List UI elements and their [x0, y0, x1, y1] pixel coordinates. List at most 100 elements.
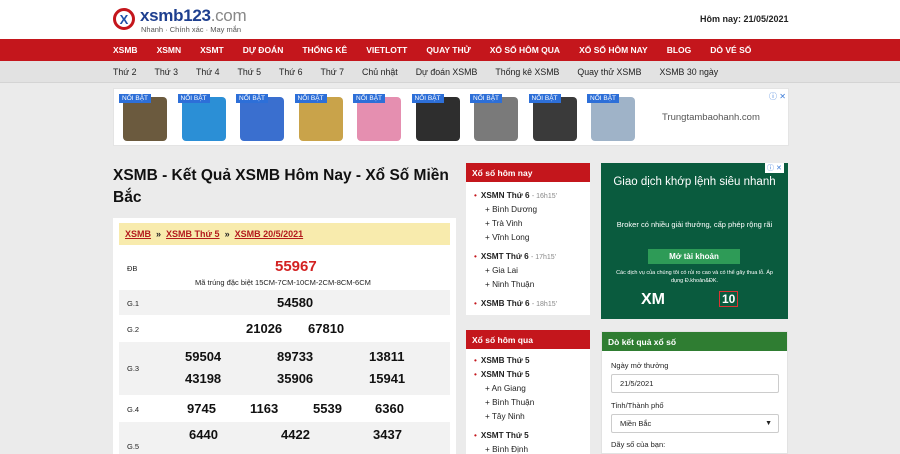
nav-xo-so-hom-nay[interactable]: XỔ SỐ HÔM NAY [579, 45, 648, 55]
phone-gold-icon [298, 97, 343, 141]
logo-suffix: .com [210, 6, 247, 25]
monitor-icon [591, 97, 635, 141]
today-province[interactable]: + Bình Dương [485, 205, 537, 214]
yesterday-group[interactable]: • XSMB Thứ 5 [474, 356, 530, 365]
breadcrumb-date[interactable]: XSMB 20/5/2021 [235, 229, 304, 239]
xm-anniversary-badge: 10 [719, 291, 739, 307]
page-title: XSMB - Kết Quả XSMB Hôm Nay - Xổ Số Miền… [113, 167, 449, 206]
special-prize-code: Mã trúng đặc biệt 15CM-7CM-10CM-2CM-8CM-… [195, 278, 371, 287]
today-province[interactable]: + Gia Lai [485, 266, 518, 275]
nav-xsmt[interactable]: XSMT [200, 45, 224, 55]
breadcrumb-xsmb-thu-5[interactable]: XSMB Thứ 5 [166, 229, 220, 239]
ad-product-tile[interactable]: NỔI BẬT [468, 93, 522, 143]
subnav-thu-5[interactable]: Thứ 5 [238, 67, 262, 77]
subnav-thu-4[interactable]: Thứ 4 [196, 67, 220, 77]
xm-subheadline: Broker có nhiều giải thưởng, cấp phép rộ… [616, 220, 773, 229]
yesterday-province[interactable]: + Bình Định [485, 445, 528, 454]
prize-number: 67810 [308, 321, 345, 336]
prize-label: G.2 [127, 325, 140, 334]
ad-product-tile[interactable]: NỔI BẬT [351, 93, 405, 143]
prize-number: 6440 [189, 427, 218, 442]
sub-nav: Thứ 2 Thứ 3 Thứ 4 Thứ 5 Thứ 6 Thứ 7 Chủ … [0, 61, 900, 83]
today-province[interactable]: + Trà Vinh [485, 219, 522, 228]
ad-product-tile[interactable]: NỔI BẬT [527, 93, 581, 143]
ad-info-close-icon[interactable]: ⓘ ✕ [765, 163, 784, 173]
smartwatch-icon [532, 97, 577, 141]
prize-number: 54580 [277, 295, 314, 310]
ad-product-tile[interactable]: NỔI BẬT [410, 93, 464, 143]
subnav-thong-ke-xsmb[interactable]: Thống kê XSMB [495, 67, 559, 77]
phone-galaxy-icon [240, 97, 284, 141]
xm-broker-ad[interactable]: ⓘ ✕ Giao dịch khớp lệnh siêu nhanh Broke… [601, 163, 788, 319]
nav-thong-ke[interactable]: THỐNG KÊ [302, 45, 347, 55]
today-province[interactable]: + Vĩnh Long [485, 233, 529, 242]
subnav-du-doan-xsmb[interactable]: Dự đoán XSMB [416, 67, 478, 77]
yesterday-province[interactable]: + Bình Thuận [485, 398, 534, 407]
subnav-chu-nhat[interactable]: Chủ nhật [362, 67, 398, 77]
prize-number: 3437 [373, 427, 402, 442]
featured-tag: NỔI BẬT [411, 94, 444, 103]
nav-xsmb[interactable]: XSMB [113, 45, 138, 55]
breadcrumb-separator: » [156, 229, 162, 239]
date-input[interactable]: 21/5/2021 [611, 374, 779, 393]
prize-number: 59504 [185, 349, 222, 364]
product-ad-banner[interactable]: NỔI BẬT NỔI BẬT NỔI BẬT NỔI BẬT NỔI BẬT NỔI B… [113, 88, 789, 146]
subnav-thu-7[interactable]: Thứ 7 [321, 67, 345, 77]
subnav-thu-6[interactable]: Thứ 6 [279, 67, 303, 77]
nav-blog[interactable]: BLOG [667, 45, 692, 55]
phone-black-icon [415, 97, 460, 141]
open-account-button[interactable]: Mở tài khoản [648, 249, 740, 264]
special-prize-number: 55967 [275, 258, 317, 275]
logo-icon[interactable]: X [113, 8, 135, 30]
today-group[interactable]: • XSMB Thứ 6 - 18h15' [474, 299, 557, 308]
prize-label: G.3 [127, 364, 140, 373]
ad-product-tile[interactable]: NỔI BẬT [234, 93, 288, 143]
subnav-thu-2[interactable]: Thứ 2 [113, 67, 137, 77]
nav-do-ve-so[interactable]: DÒ VÉ SỐ [710, 45, 751, 55]
subnav-thu-3[interactable]: Thứ 3 [155, 67, 179, 77]
subnav-quay-thu-xsmb[interactable]: Quay thử XSMB [577, 67, 641, 77]
nav-xsmn[interactable]: XSMN [157, 45, 182, 55]
today-group[interactable]: • XSMT Thứ 6 - 17h15' [474, 252, 556, 261]
featured-tag: NỔI BẬT [587, 94, 620, 103]
nav-xo-so-hom-qua[interactable]: XỔ SỐ HÔM QUA [490, 45, 560, 55]
prize-row-g4: G.4 9745 1163 5539 6360 [119, 395, 450, 421]
date-label: Ngày mở thưởng [611, 361, 669, 370]
ad-product-tile[interactable]: NỔI BẬT [585, 93, 639, 143]
prize-row-g2: G.2 21026 67810 [119, 315, 450, 341]
yesterday-province[interactable]: + An Giang [485, 384, 526, 393]
site-logo[interactable]: xsmb123.com [140, 6, 247, 26]
nav-vietlott[interactable]: VIETLOTT [366, 45, 407, 55]
prize-row-g1: G.1 54580 [119, 289, 450, 315]
subnav-xsmb-30-ngay[interactable]: XSMB 30 ngày [659, 67, 718, 77]
ad-info-close-icon[interactable]: ⓘ ✕ [769, 91, 786, 102]
breadcrumb-xsmb[interactable]: XSMB [125, 229, 151, 239]
nav-quay-thu[interactable]: QUAY THỬ [426, 45, 470, 55]
today-province[interactable]: + Ninh Thuận [485, 280, 534, 289]
nav-du-doan[interactable]: DỰ ĐOÁN [243, 45, 284, 55]
yesterday-province[interactable]: + Tây Ninh [485, 412, 525, 421]
gamepad-pink-icon [357, 97, 401, 141]
prize-number: 89733 [277, 349, 314, 364]
ad-product-tile[interactable]: NỔI BẬT [176, 93, 230, 143]
featured-tag: NỔI BẬT [470, 94, 503, 103]
ad-product-tile[interactable]: NỔI BẬT [117, 93, 171, 143]
yesterday-group[interactable]: • XSMT Thứ 5 [474, 431, 529, 440]
yesterday-box-title: Xổ số hôm qua [466, 330, 590, 349]
prize-number: 35906 [277, 371, 314, 386]
prize-label: ĐB [127, 264, 138, 273]
today-date: Hôm nay: 21/05/2021 [700, 14, 789, 24]
ssd-box-icon [474, 97, 518, 141]
prize-number: 13811 [369, 349, 405, 364]
today-group[interactable]: • XSMN Thứ 6 - 16h15' [474, 191, 557, 200]
yesterday-group[interactable]: • XSMN Thứ 5 [474, 370, 530, 379]
prize-number: 6360 [375, 401, 404, 416]
city-select[interactable]: Miền Bắc ▼ [611, 414, 779, 433]
ad-product-tile[interactable]: NỔI BẬT [293, 93, 347, 143]
featured-tag: NỔI BẬT [177, 94, 210, 103]
prize-row-g3: G.3 59504 89733 13811 43198 35906 15941 [119, 341, 450, 395]
prize-row-g5: G.5 6440 4422 3437 [119, 421, 450, 454]
main-nav: XSMB XSMN XSMT DỰ ĐOÁN THỐNG KÊ VIETLOTT… [0, 39, 900, 61]
featured-tag: NỔI BẬT [119, 94, 152, 103]
ad-domain[interactable]: Trungtambaohanh.com [662, 112, 760, 123]
